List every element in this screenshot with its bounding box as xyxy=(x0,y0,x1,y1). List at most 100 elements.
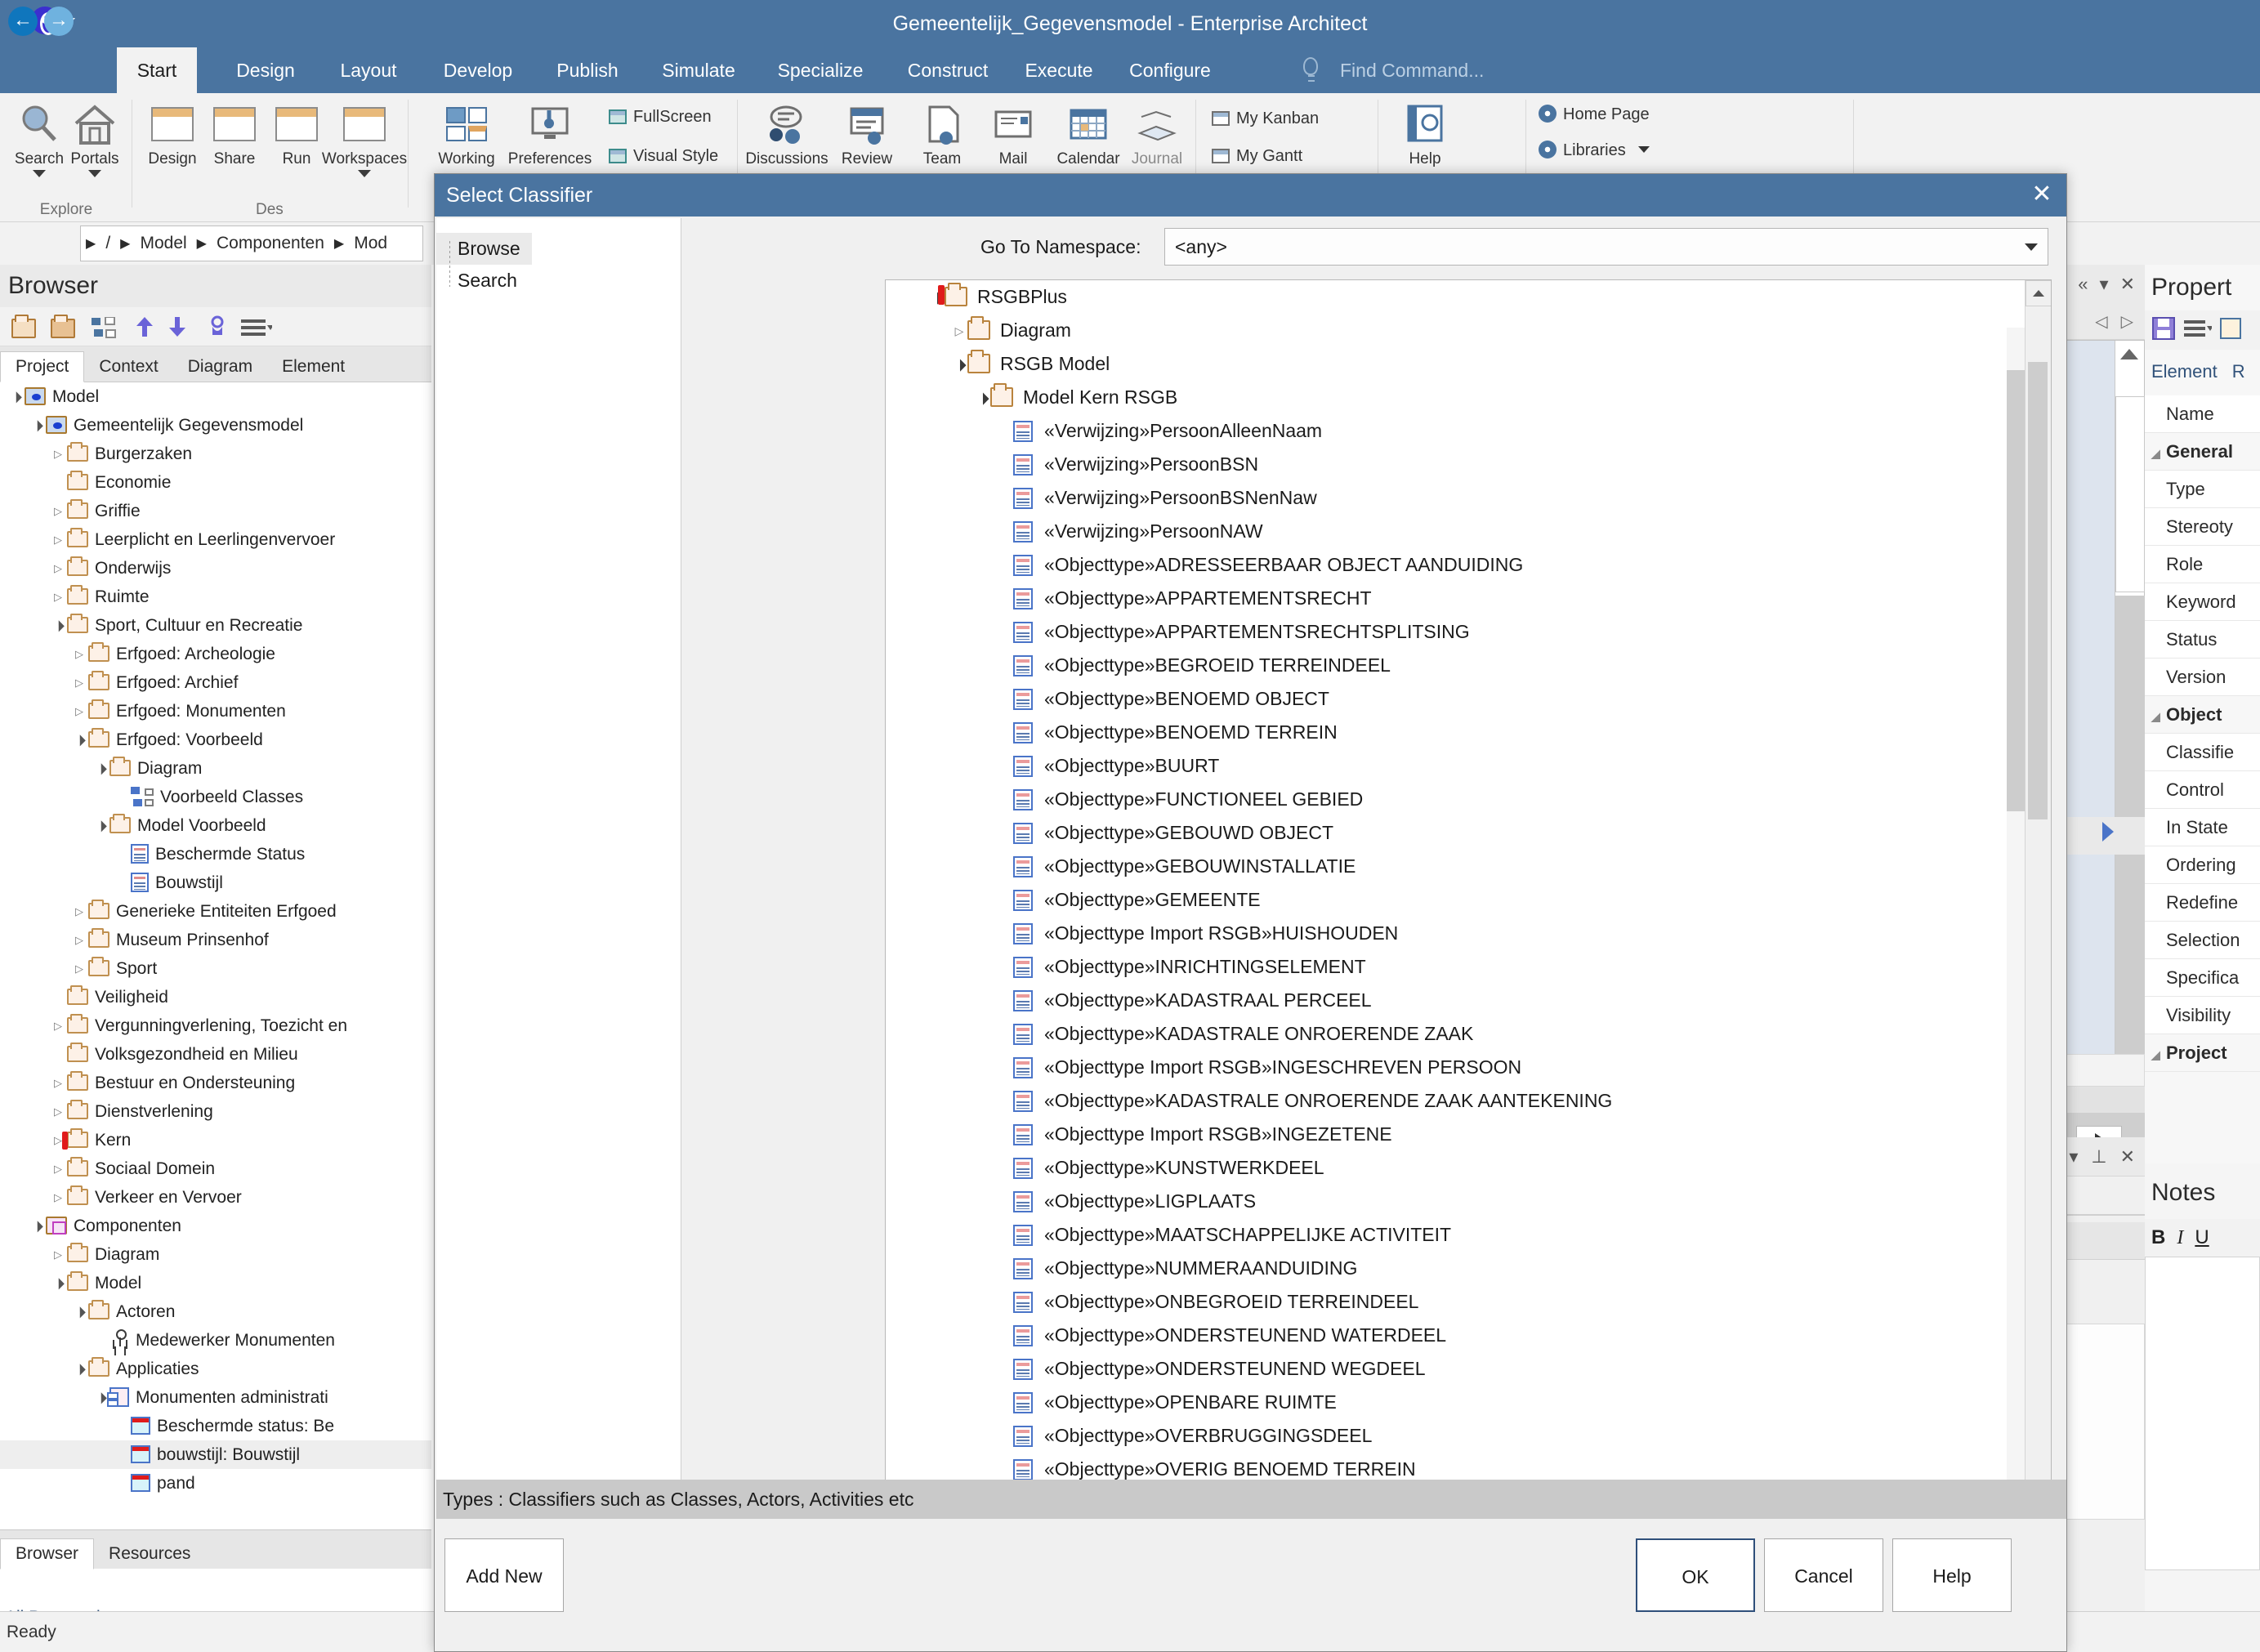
ribbon-tab-configure[interactable]: Configure xyxy=(1113,47,1227,93)
ribbon-tab-design[interactable]: Design xyxy=(217,47,315,93)
scroll-up-button[interactable] xyxy=(2026,280,2051,306)
classifier-tree-item[interactable]: Model Kern RSGB xyxy=(886,381,2008,414)
properties-row[interactable]: Role xyxy=(2145,546,2260,583)
browser-tree-item[interactable]: Ruimte xyxy=(0,583,431,611)
cancel-button[interactable]: Cancel xyxy=(1764,1538,1883,1612)
expander-icon[interactable] xyxy=(8,382,23,411)
classifier-tree-item[interactable]: «Objecttype»GEMEENTE xyxy=(886,883,2008,917)
properties-group-header[interactable]: ◢ Object xyxy=(2145,696,2260,734)
classifier-tree-item[interactable]: «Objecttype»KUNSTWERKDEEL xyxy=(886,1151,2008,1185)
properties-row[interactable]: Control xyxy=(2145,771,2260,809)
browser-tree-item[interactable]: Veiligheid xyxy=(0,983,431,1011)
classifier-tree-item[interactable]: «Objecttype»INRICHTINGSELEMENT xyxy=(886,950,2008,984)
browser-tree-item[interactable]: Sport, Cultuur en Recreatie xyxy=(0,611,431,640)
expander-icon[interactable] xyxy=(951,348,967,382)
scrollbar-thumb[interactable] xyxy=(2115,396,2145,592)
breadcrumb-item-0[interactable]: / xyxy=(100,234,115,253)
expander-icon[interactable] xyxy=(51,1183,65,1212)
classifier-tree-item[interactable]: «Objecttype»APPARTEMENTSRECHTSPLITSING xyxy=(886,615,2008,649)
mini-menu-caret-icon[interactable]: ▾ xyxy=(2069,1146,2078,1168)
open-package-icon[interactable] xyxy=(51,315,75,342)
ribbon-tab-publish[interactable]: Publish xyxy=(539,47,636,93)
properties-row[interactable]: Name xyxy=(2145,395,2260,433)
classifier-tree-item[interactable]: «Objecttype»NUMMERAANDUIDING xyxy=(886,1252,2008,1285)
ribbon-tab-specialize[interactable]: Specialize xyxy=(760,47,881,93)
breadcrumb[interactable]: ▶ / ▶ Model ▶ Componenten ▶ Mod xyxy=(80,225,423,261)
classifier-tree-item[interactable]: «Objecttype»OPENBARE RUIMTE xyxy=(886,1386,2008,1419)
expander-icon[interactable] xyxy=(72,897,87,926)
classifier-tree-box[interactable]: RSGBPlus Diagram RSGB Model Model Kern RSGB… xyxy=(885,279,2052,1517)
classifier-tree[interactable]: RSGBPlus Diagram RSGB Model Model Kern RSGB… xyxy=(886,280,2008,1516)
browser-tree-item[interactable]: Diagram xyxy=(0,1240,431,1269)
browser-tree-item[interactable]: Gemeentelijk Gegevensmodel xyxy=(0,411,431,440)
dialog-nav-browse[interactable]: Browse xyxy=(436,233,532,265)
ribbon-tab-simulate[interactable]: Simulate xyxy=(645,47,752,93)
expander-icon[interactable] xyxy=(29,411,44,440)
expander-icon[interactable] xyxy=(93,754,108,783)
mini-close-icon[interactable]: ✕ xyxy=(2120,1146,2135,1168)
browser-tree-item[interactable]: Erfgoed: Voorbeeld xyxy=(0,726,431,754)
browser-tree-item[interactable]: Vergunningverlening, Toezicht en xyxy=(0,1011,431,1040)
expander-icon[interactable] xyxy=(51,1011,65,1040)
properties-row[interactable]: Stereoty xyxy=(2145,508,2260,546)
browser-tree-item[interactable]: Componenten xyxy=(0,1212,431,1240)
expander-icon[interactable] xyxy=(72,1355,87,1383)
workspaces-caret-icon[interactable] xyxy=(358,170,371,177)
properties-row[interactable]: Version xyxy=(2145,659,2260,696)
browser-tree-item[interactable]: Beschermde Status xyxy=(0,840,431,868)
browser-tree-item[interactable]: Verkeer en Vervoer xyxy=(0,1183,431,1212)
expander-icon[interactable]: ◢ xyxy=(2151,1036,2166,1071)
expander-icon[interactable] xyxy=(72,726,87,754)
expander-icon[interactable] xyxy=(93,811,108,840)
dock-menu-caret-icon[interactable]: ▾ xyxy=(2100,274,2109,295)
classifier-tree-item[interactable]: «Objecttype»BENOEMD TERREIN xyxy=(886,716,2008,749)
browser-tree-item[interactable]: Generieke Entiteiten Erfgoed xyxy=(0,897,431,926)
chevron-down-icon[interactable] xyxy=(2025,243,2038,251)
notes-textarea[interactable] xyxy=(2145,1257,2260,1570)
help-button[interactable]: Help xyxy=(1892,1538,2012,1612)
dialog-nav-search[interactable]: Search xyxy=(436,265,681,297)
browser-tree-item[interactable]: Sport xyxy=(0,954,431,983)
ribbon-tab-execute[interactable]: Execute xyxy=(1013,47,1105,93)
review-button[interactable]: Review xyxy=(824,101,910,168)
browser-tree-item[interactable]: Leerplicht en Leerlingenvervoer xyxy=(0,525,431,554)
browser-tree[interactable]: Model Gemeentelijk Gegevensmodel Burgerzak… xyxy=(0,382,431,1529)
breadcrumb-item-1[interactable]: Model xyxy=(135,234,191,253)
tree-scrollbar[interactable] xyxy=(2025,280,2051,1516)
browser-tree-item[interactable]: Economie xyxy=(0,468,431,497)
breadcrumb-item-3[interactable]: Mod xyxy=(349,234,392,253)
expander-icon[interactable] xyxy=(51,583,65,611)
browser-tree-item[interactable]: Diagram xyxy=(0,754,431,783)
find-command-input[interactable]: Find Command... xyxy=(1340,47,1484,93)
browser-tab-context[interactable]: Context xyxy=(84,352,172,382)
browser-tree-item[interactable]: Actoren xyxy=(0,1297,431,1326)
close-icon[interactable]: ✕ xyxy=(2120,274,2135,295)
browser-tree-item[interactable]: Bestuur en Ondersteuning xyxy=(0,1069,431,1097)
ribbon-tab-layout[interactable]: Layout xyxy=(323,47,414,93)
expander-icon[interactable]: ◢ xyxy=(2151,435,2166,470)
browser-tree-item[interactable]: Onderwijs xyxy=(0,554,431,583)
browser-tree-item[interactable]: Model xyxy=(0,1269,431,1297)
portals-button[interactable]: Portals xyxy=(56,101,134,177)
browser-tree-item[interactable]: bouwstijl: Bouwstijl xyxy=(0,1440,431,1469)
expander-icon[interactable] xyxy=(72,954,87,983)
browser-tab-project[interactable]: Project xyxy=(0,351,85,382)
classifier-tree-item[interactable]: «Objecttype»KADASTRAAL PERCEEL xyxy=(886,984,2008,1017)
nav-forward-button[interactable]: → xyxy=(44,7,74,36)
properties-row[interactable]: Ordering xyxy=(2145,846,2260,884)
bottom-tab-browser[interactable]: Browser xyxy=(0,1538,95,1569)
browser-tree-item[interactable]: Medewerker Monumenten xyxy=(0,1326,431,1355)
expander-icon[interactable] xyxy=(51,1154,65,1183)
browser-tree-item[interactable]: Burgerzaken xyxy=(0,440,431,468)
browser-tree-item[interactable]: Beschermde status: Be xyxy=(0,1412,431,1440)
classifier-tree-item[interactable]: «Objecttype»GEBOUWD OBJECT xyxy=(886,816,2008,850)
properties-row[interactable]: In State xyxy=(2145,809,2260,846)
properties-extra-icon[interactable] xyxy=(2220,317,2241,343)
browser-tab-diagram[interactable]: Diagram xyxy=(173,352,267,382)
classifier-tree-item[interactable]: «Objecttype»BEGROEID TERREINDEEL xyxy=(886,649,2008,682)
expander-icon[interactable] xyxy=(72,640,87,668)
expander-icon[interactable] xyxy=(974,382,990,415)
classifier-tree-item[interactable]: «Verwijzing»PersoonBSNenNaw xyxy=(886,481,2008,515)
expander-icon[interactable] xyxy=(51,611,65,640)
diagram-hierarchy-icon[interactable] xyxy=(92,316,116,342)
